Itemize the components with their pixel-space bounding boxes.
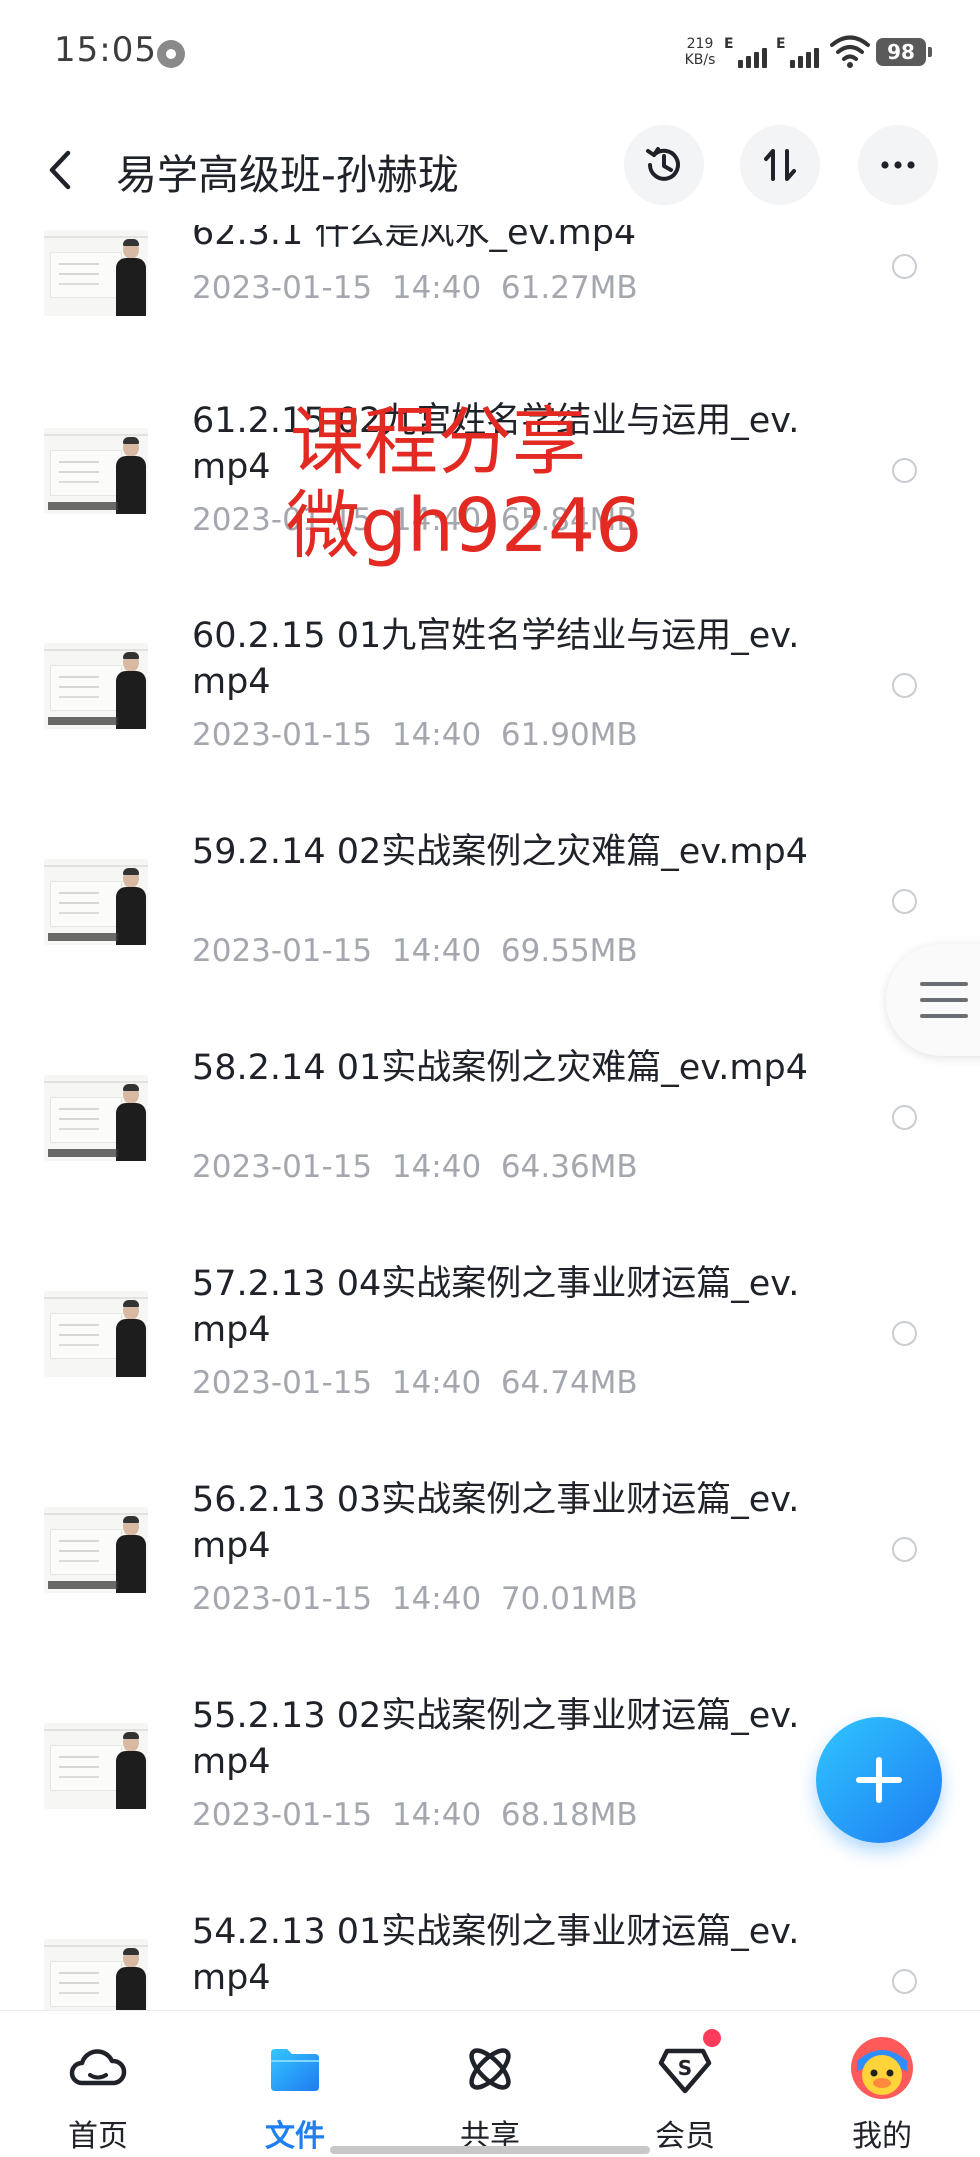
file-row[interactable]: 58.2.14 01实战案例之灾难篇_ev.mp4 2023-01-15 14:… <box>0 1045 980 1260</box>
recording-indicator-icon <box>157 40 185 68</box>
page-title: 易学高级班-孙赫珑 <box>116 151 459 199</box>
file-size: 61.90MB <box>500 717 638 753</box>
file-row[interactable]: 56.2.13 03实战案例之事业财运篇_ev.mp4 2023-01-15 1… <box>0 1477 980 1692</box>
select-checkbox[interactable] <box>892 458 917 483</box>
file-name: 57.2.13 04实战案例之事业财运篇_ev.mp4 <box>192 1264 800 1350</box>
file-row[interactable]: 59.2.14 02实战案例之灾难篇_ev.mp4 2023-01-15 14:… <box>0 829 980 1044</box>
file-name: 60.2.15 01九宫姓名学结业与运用_ev.mp4 <box>192 616 800 702</box>
video-thumbnail <box>44 230 148 316</box>
file-meta: 2023-01-15 14:40 68.18MB <box>192 1797 638 1833</box>
avatar-icon <box>851 2037 913 2099</box>
file-name: 56.2.13 03实战案例之事业财运篇_ev.mp4 <box>192 1480 800 1566</box>
sort-button[interactable] <box>740 125 820 205</box>
nav-share[interactable]: 共享 <box>420 2011 560 2157</box>
file-meta: 2023-01-15 14:40 64.36MB <box>192 1149 638 1185</box>
wifi-icon <box>830 35 870 68</box>
file-row[interactable]: 60.2.15 01九宫姓名学结业与运用_ev.mp4 2023-01-15 1… <box>0 613 980 828</box>
video-thumbnail <box>44 643 148 729</box>
cell-signal-type-2: E <box>776 36 786 52</box>
file-name: 62.3.1 什么是风水_ev.mp4 <box>192 225 637 253</box>
select-checkbox[interactable] <box>892 1105 917 1130</box>
file-meta: 2023-01-15 14:40 64.74MB <box>192 1365 638 1401</box>
file-date: 2023-01-15 14:40 <box>192 1149 482 1185</box>
select-checkbox[interactable] <box>892 1537 917 1562</box>
network-speed: 219 KB/s <box>680 36 720 68</box>
video-thumbnail <box>44 1507 148 1593</box>
select-checkbox[interactable] <box>892 889 917 914</box>
share-atom-icon <box>469 2048 511 2090</box>
file-meta: 2023-01-15 14:40 61.90MB <box>192 717 638 753</box>
folder-icon <box>271 2049 319 2091</box>
file-size: 70.01MB <box>500 1581 638 1617</box>
nav-files[interactable]: 文件 <box>225 2011 365 2157</box>
history-clock-icon <box>646 147 680 181</box>
nav-home[interactable]: 首页 <box>28 2011 168 2157</box>
network-speed-unit: KB/s <box>684 52 716 68</box>
video-thumbnail <box>44 859 148 945</box>
nav-label: 我的 <box>852 2119 912 2154</box>
cell-signal-icon: E <box>724 36 778 68</box>
chevron-left-icon <box>49 150 71 190</box>
battery-icon: 98 <box>876 38 932 66</box>
file-row[interactable]: 54.2.13 01实战案例之事业财运篇_ev.mp4 <box>0 1909 980 2010</box>
file-name: 59.2.14 02实战案例之灾难篇_ev.mp4 <box>192 832 808 872</box>
nav-vip[interactable]: S 会员 <box>615 2011 755 2157</box>
file-meta: 2023-01-15 14:40 65.84MB <box>192 502 638 538</box>
notification-badge <box>703 2029 721 2047</box>
file-date: 2023-01-15 14:40 <box>192 1581 482 1617</box>
history-button[interactable] <box>624 125 704 205</box>
file-row[interactable]: 61.2.15 02九宫姓名学结业与运用_ev.mp4 2023-01-15 1… <box>0 398 980 613</box>
file-date: 2023-01-15 14:40 <box>192 717 482 753</box>
home-cloud-icon <box>69 2049 127 2086</box>
back-button[interactable] <box>40 145 80 195</box>
more-dots-icon <box>881 161 915 169</box>
cell-signal-type: E <box>724 36 734 52</box>
file-row[interactable]: 57.2.13 04实战案例之事业财运篇_ev.mp4 2023-01-15 1… <box>0 1261 980 1476</box>
video-thumbnail <box>44 428 148 514</box>
status-bar: 15:05 219 KB/s E E 98 <box>0 0 980 105</box>
file-size: 68.18MB <box>500 1797 638 1833</box>
menu-lines-icon <box>920 982 968 1018</box>
plus-icon <box>856 1757 902 1803</box>
file-size: 69.55MB <box>500 933 638 969</box>
file-size: 61.27MB <box>500 270 638 306</box>
file-meta: 2023-01-15 14:40 61.27MB <box>192 270 638 306</box>
vip-diamond-icon: S <box>658 2048 712 2094</box>
file-date: 2023-01-15 14:40 <box>192 502 482 538</box>
file-date: 2023-01-15 14:40 <box>192 1797 482 1833</box>
video-thumbnail <box>44 1723 148 1809</box>
select-checkbox[interactable] <box>892 1321 917 1346</box>
file-size: 65.84MB <box>500 502 638 538</box>
file-name: 61.2.15 02九宫姓名学结业与运用_ev.mp4 <box>192 401 800 487</box>
nav-profile[interactable]: 我的 <box>812 2011 952 2157</box>
select-checkbox[interactable] <box>892 673 917 698</box>
file-name: 58.2.14 01实战案例之灾难篇_ev.mp4 <box>192 1048 808 1088</box>
file-date: 2023-01-15 14:40 <box>192 270 482 306</box>
file-date: 2023-01-15 14:40 <box>192 1365 482 1401</box>
more-button[interactable] <box>858 125 938 205</box>
network-speed-value: 219 <box>686 36 714 52</box>
file-meta: 2023-01-15 14:40 70.01MB <box>192 1581 638 1617</box>
cell-signal-icon-2: E <box>776 36 830 68</box>
file-meta: 2023-01-15 14:40 69.55MB <box>192 933 638 969</box>
app-header: 易学高级班-孙赫珑 <box>0 105 980 225</box>
file-name: 55.2.13 02实战案例之事业财运篇_ev.mp4 <box>192 1696 800 1782</box>
select-checkbox[interactable] <box>892 254 917 279</box>
nav-label: 首页 <box>68 2119 128 2154</box>
sort-arrows-icon <box>764 149 796 181</box>
svg-text:S: S <box>678 2056 692 2080</box>
file-size: 64.36MB <box>500 1149 638 1185</box>
status-time: 15:05 <box>54 30 157 70</box>
select-checkbox[interactable] <box>892 1969 917 1994</box>
video-thumbnail <box>44 1939 148 2010</box>
file-date: 2023-01-15 14:40 <box>192 933 482 969</box>
file-size: 64.74MB <box>500 1365 638 1401</box>
video-thumbnail <box>44 1291 148 1377</box>
file-name: 54.2.13 01实战案例之事业财运篇_ev.mp4 <box>192 1912 800 1998</box>
video-thumbnail <box>44 1075 148 1161</box>
home-indicator[interactable] <box>330 2146 650 2154</box>
bottom-nav: 首页 文件 共享 S 会员 我的 <box>0 2010 980 2157</box>
add-button[interactable] <box>816 1717 942 1843</box>
file-row[interactable]: 62.3.1 什么是风水_ev.mp4 2023-01-15 14:40 61.… <box>0 225 980 365</box>
